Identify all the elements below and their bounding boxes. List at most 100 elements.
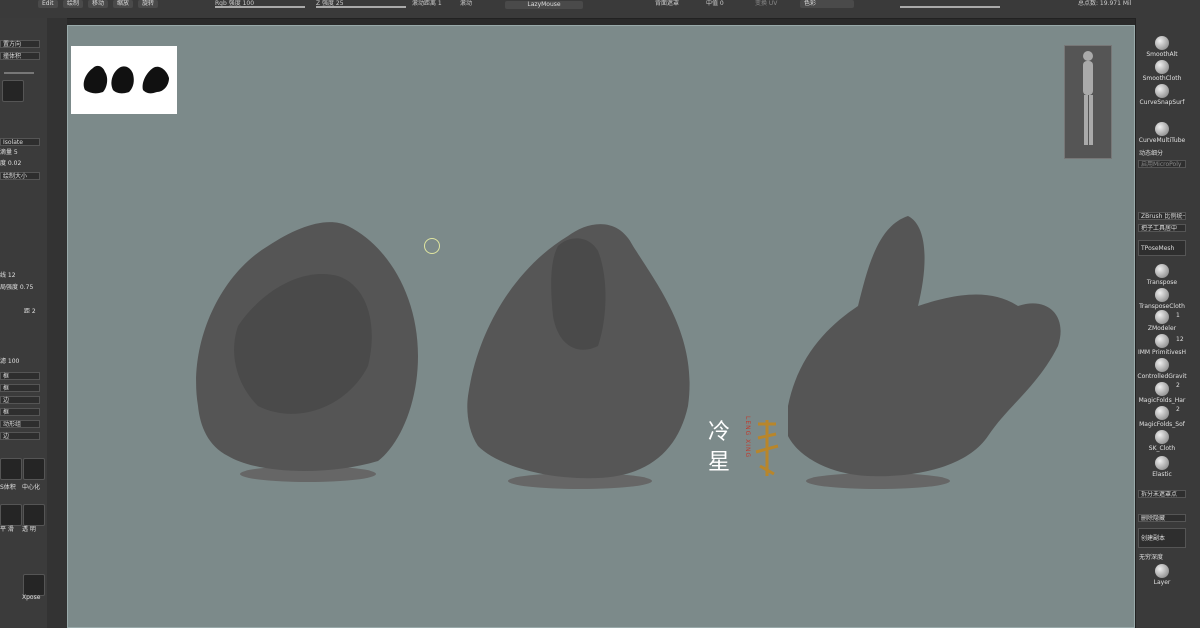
watermark-logo: 冷 星 LENG XING bbox=[708, 414, 779, 484]
zmodeler-icon bbox=[1155, 310, 1169, 324]
brush-magicfolds-soft[interactable]: MagicFolds_Sof bbox=[1136, 406, 1188, 428]
imm-primitives-icon bbox=[1155, 334, 1169, 348]
transposecloth-icon bbox=[1155, 288, 1169, 302]
brush-sk-cloth[interactable]: SK_Cloth bbox=[1136, 430, 1188, 452]
left-button-frame-3[interactable]: 框 bbox=[0, 408, 40, 416]
backface-mask-label[interactable]: 背面遮罩 bbox=[655, 0, 679, 8]
watermark-seal bbox=[755, 420, 779, 476]
viewport-canvas[interactable]: 冷 星 LENG XING bbox=[67, 25, 1135, 628]
top-toolbar: Edit 绘制 移动 缩放 旋转 Rgb 强度 100 Z 强度 25 滚动距离… bbox=[0, 0, 1200, 19]
edit-button[interactable]: Edit bbox=[38, 0, 58, 8]
curvemultitube-icon bbox=[1155, 122, 1169, 136]
silhouette-thumbnail bbox=[71, 46, 177, 114]
color-button[interactable]: 色彩 bbox=[800, 0, 854, 8]
brush-smoothcloth[interactable]: SmoothCloth bbox=[1136, 60, 1188, 82]
left-panel: 置方向 撞体积 Isolate 滴量 5 度 0.02 绘制大小 线 12 局强… bbox=[0, 18, 48, 628]
rotate-button[interactable]: 旋转 bbox=[138, 0, 159, 8]
brush-zmodeler[interactable]: ZModeler bbox=[1136, 310, 1188, 332]
magicfolds-soft-icon bbox=[1155, 406, 1169, 420]
zmodeler-count: 1 bbox=[1176, 312, 1180, 319]
left-item-collision[interactable]: 撞体积 bbox=[0, 52, 40, 60]
brush-label: MagicFolds_Sof bbox=[1139, 421, 1185, 428]
brush-transposecloth[interactable]: TransposeCloth bbox=[1136, 288, 1188, 310]
center-subtool-button[interactable]: 把子工具居中 bbox=[1138, 224, 1186, 232]
degree-value[interactable]: 度 0.02 bbox=[0, 160, 21, 168]
magicfolds-hard-icon bbox=[1155, 382, 1169, 396]
watermark-char-1: 冷 bbox=[708, 420, 731, 445]
infinite-depth-label[interactable]: 无穷深度 bbox=[1139, 552, 1163, 561]
smooth-icon[interactable] bbox=[0, 504, 22, 526]
draw-button[interactable]: 绘制 bbox=[63, 0, 84, 8]
xpose-icon[interactable] bbox=[23, 574, 45, 596]
smoothalt-icon bbox=[1155, 36, 1169, 50]
sk-cloth-icon bbox=[1155, 430, 1169, 444]
transparent-icon[interactable] bbox=[23, 504, 45, 526]
micropoly-button[interactable]: 启用MicroPoly bbox=[1138, 160, 1186, 168]
move-button[interactable]: 移动 bbox=[88, 0, 109, 8]
brush-label: Transpose bbox=[1146, 279, 1178, 286]
xpose-label[interactable]: Xpose bbox=[22, 594, 40, 602]
sphere-icon[interactable] bbox=[0, 458, 22, 480]
left-item-orientation[interactable]: 置方向 bbox=[0, 40, 40, 48]
filter-value[interactable]: 滤 100 bbox=[0, 358, 19, 366]
magicfolds-soft-count: 2 bbox=[1176, 406, 1180, 413]
brush-layer[interactable]: Layer bbox=[1136, 564, 1188, 586]
z-intensity-slider[interactable] bbox=[316, 6, 406, 8]
smooth-label[interactable]: 平 滑 bbox=[0, 526, 14, 534]
controlledgravity-icon bbox=[1155, 358, 1169, 372]
brush-smoothalt[interactable]: SmoothAlt bbox=[1136, 36, 1188, 58]
left-button-frame-1[interactable]: 框 bbox=[0, 372, 40, 380]
global-strength[interactable]: 局强度 0.75 bbox=[0, 284, 33, 292]
brush-label: SmoothAlt bbox=[1146, 51, 1178, 58]
color-slider[interactable] bbox=[900, 6, 1000, 8]
brush-elastic[interactable]: Elastic bbox=[1136, 456, 1188, 478]
volume-label[interactable]: S体积 bbox=[0, 484, 16, 492]
brush-label: IMM PrimitivesH bbox=[1137, 349, 1187, 356]
sculpture-left bbox=[196, 222, 418, 482]
line-value[interactable]: 线 12 bbox=[0, 272, 16, 280]
isolate-button[interactable]: Isolate bbox=[0, 138, 40, 146]
rgb-intensity-slider[interactable] bbox=[215, 6, 305, 8]
brush-cursor bbox=[424, 238, 440, 254]
brush-label: ControlledGravit bbox=[1137, 373, 1187, 380]
lazy-distance-label[interactable]: 滚动距离 1 bbox=[412, 0, 442, 8]
vary-uv-label[interactable]: 变换 UV bbox=[755, 0, 777, 8]
distance-value[interactable]: 距 2 bbox=[24, 308, 36, 316]
center-label[interactable]: 中心化 bbox=[22, 484, 40, 492]
left-button-polygroup[interactable]: 动形组 bbox=[0, 420, 40, 428]
brush-controlledgravity[interactable]: ControlledGravit bbox=[1136, 358, 1188, 380]
layer-icon bbox=[1155, 564, 1169, 578]
brush-label: SK_Cloth bbox=[1148, 445, 1176, 452]
zbrush-unify-button[interactable]: ZBrush 比例统一 bbox=[1138, 212, 1186, 220]
imm-count: 12 bbox=[1176, 336, 1184, 343]
left-button-frame-2[interactable]: 框 bbox=[0, 384, 40, 392]
draw-size-button[interactable]: 绘制大小 bbox=[0, 172, 40, 180]
brush-label: TransposeCloth bbox=[1139, 303, 1185, 310]
scale-button[interactable]: 缩放 bbox=[113, 0, 134, 8]
split-unmasked-button[interactable]: 拆分未遮罩点 bbox=[1138, 490, 1186, 498]
left-slider-1[interactable] bbox=[4, 72, 34, 74]
left-button-edge-1[interactable]: 边 bbox=[0, 396, 40, 404]
right-panel: SmoothAlt SmoothCloth CurveSnapSurf Curv… bbox=[1135, 18, 1200, 628]
dynamic-subdiv-label[interactable]: 动态细分 bbox=[1139, 148, 1163, 157]
tposemesh-button[interactable]: TPoseMesh bbox=[1138, 240, 1186, 256]
delete-hidden-button[interactable]: 删除隐藏 bbox=[1138, 514, 1186, 522]
center-icon[interactable] bbox=[23, 458, 45, 480]
lazymouse-button[interactable]: LazyMouse bbox=[505, 1, 583, 9]
brush-label: ZModeler bbox=[1147, 325, 1177, 332]
transparent-label[interactable]: 透 明 bbox=[22, 526, 36, 534]
brush-label: SmoothCloth bbox=[1142, 75, 1182, 82]
brush-label: Layer bbox=[1153, 579, 1171, 586]
brush-magicfolds-hard[interactable]: MagicFolds_Har bbox=[1136, 382, 1188, 404]
brush-curvemultitube[interactable]: CurveMultiTube bbox=[1136, 122, 1188, 144]
create-copy-button[interactable]: 创建副本 bbox=[1138, 528, 1186, 548]
brush-curvesnapsurf[interactable]: CurveSnapSurf bbox=[1136, 84, 1188, 106]
brush-transpose[interactable]: Transpose bbox=[1136, 264, 1188, 286]
brush-label: CurveSnapSurf bbox=[1139, 99, 1185, 106]
left-shelf bbox=[47, 18, 67, 628]
drip-amount[interactable]: 滴量 5 bbox=[0, 149, 18, 157]
scroll-label[interactable]: 滚动 bbox=[460, 0, 472, 8]
midvalue-label[interactable]: 中值 0 bbox=[706, 0, 724, 8]
left-button-edge-2[interactable]: 边 bbox=[0, 432, 40, 440]
eye-icon[interactable] bbox=[2, 80, 24, 102]
